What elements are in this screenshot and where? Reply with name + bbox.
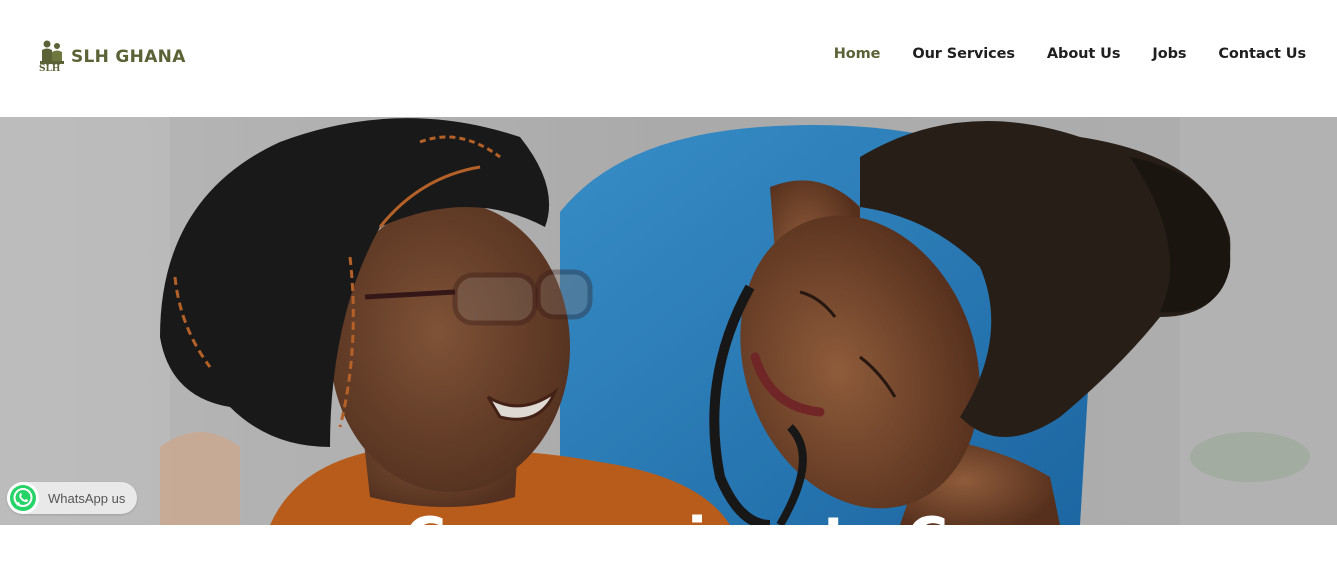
site-logo[interactable]: SLH SLH GHANA (38, 38, 186, 74)
main-nav: Home Our Services About Us Jobs Contact … (802, 46, 1306, 62)
content-area (0, 525, 1337, 570)
nav-item-about-us[interactable]: About Us (1047, 46, 1121, 62)
hero-banner (0, 117, 1337, 525)
whatsapp-button[interactable]: WhatsApp us (7, 482, 138, 514)
logo-monogram: SLH (39, 64, 61, 73)
site-header: SLH SLH GHANA Home Our Services About Us… (0, 0, 1337, 117)
nav-item-jobs[interactable]: Jobs (1152, 46, 1186, 62)
logo-icon: SLH (38, 39, 68, 74)
whatsapp-icon (7, 482, 39, 514)
brand-name: SLH GHANA (71, 47, 186, 67)
nav-item-contact-us[interactable]: Contact Us (1218, 46, 1306, 62)
whatsapp-label: WhatsApp us (48, 490, 126, 506)
nav-item-home[interactable]: Home (834, 46, 881, 62)
nav-item-our-services[interactable]: Our Services (912, 46, 1015, 62)
